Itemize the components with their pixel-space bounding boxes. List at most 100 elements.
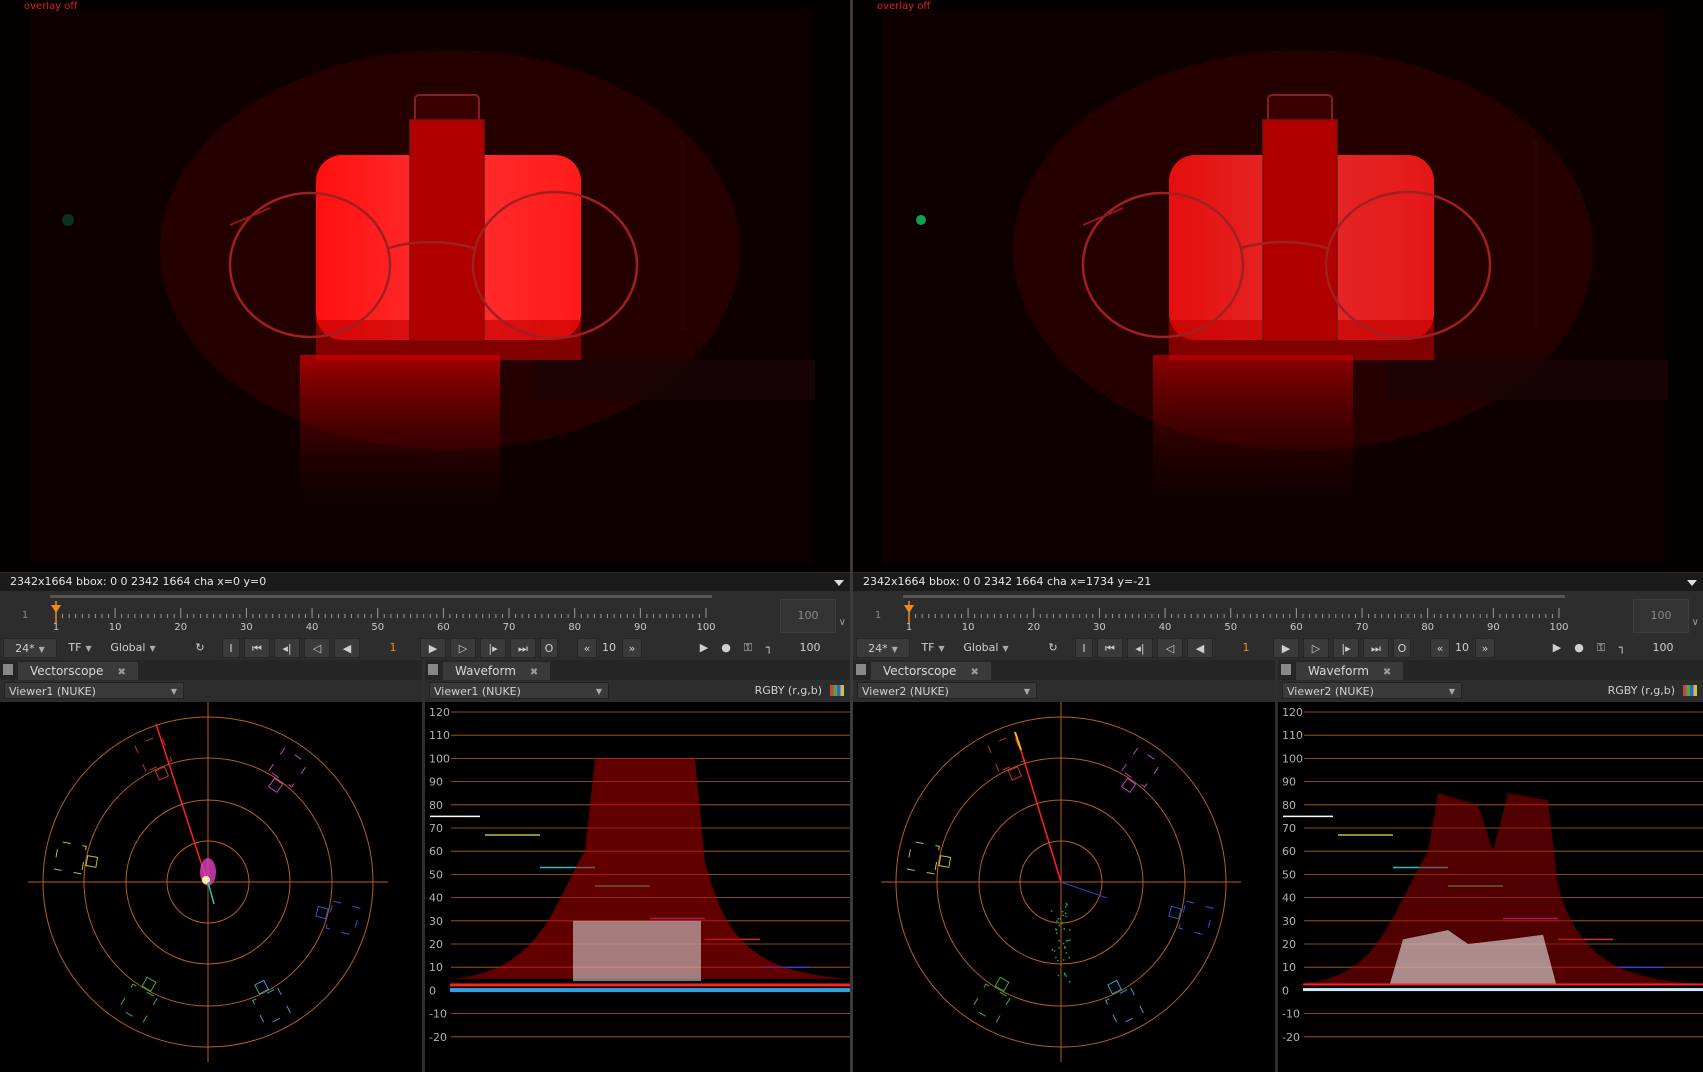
in-point-icon[interactable]: I <box>222 638 240 658</box>
range-icon[interactable]: ┐ <box>759 638 779 658</box>
fps-select[interactable]: 24* ▼ <box>3 638 57 658</box>
timeline[interactable]: 1 1 10 20 30 40 50 60 70 80 90 100 100 ∨ <box>0 591 850 636</box>
close-icon[interactable]: ✖ <box>530 667 538 678</box>
timeline-tick-label: 100 <box>696 622 715 633</box>
timeline-last-frame[interactable]: 100 <box>780 599 836 633</box>
range-icon[interactable]: ┐ <box>1612 638 1632 658</box>
image-viewer[interactable]: overlay off <box>853 0 1703 572</box>
waveform-source-select[interactable]: Viewer2 (NUKE) ▼ <box>1282 682 1462 699</box>
timeline-ruler[interactable]: 1 10 20 30 40 50 60 70 80 90 100 <box>50 593 770 633</box>
tab-vectorscope[interactable]: Vectorscope ✖ <box>871 662 991 680</box>
waveform-axis-label: 30 <box>429 915 443 928</box>
waveform-axis-label: 60 <box>429 845 443 858</box>
waveform-mode[interactable]: RGBY (r,g,b) <box>755 684 822 697</box>
tf-select[interactable]: TF ▼ <box>63 638 97 658</box>
viewer-info-bar: 2342x1664 bbox: 0 0 2342 1664 cha x=1734… <box>853 572 1703 592</box>
out-point-icon[interactable]: O <box>1393 638 1411 658</box>
vectorscope-source-select[interactable]: Viewer2 (NUKE) ▼ <box>857 682 1037 699</box>
next-keyframe-icon[interactable]: |▸ <box>480 638 506 658</box>
flipbook-icon[interactable]: ▶ <box>1548 638 1566 658</box>
out-point-icon[interactable]: O <box>540 638 558 658</box>
fps-select[interactable]: 24* ▼ <box>856 638 910 658</box>
frame-field[interactable]: 1 <box>1221 638 1271 658</box>
lock-icon[interactable]: ⚿ <box>1592 638 1610 658</box>
waveform-axis-label: 60 <box>1282 845 1296 858</box>
playhead-marker[interactable] <box>51 605 61 613</box>
last-frame-icon[interactable]: ⏭ <box>510 638 536 658</box>
chevron-down-icon[interactable]: ∨ <box>839 617 846 628</box>
frame-field[interactable]: 1 <box>368 638 418 658</box>
record-icon[interactable]: ● <box>717 638 735 658</box>
timeline-tick-label: 90 <box>1487 622 1500 633</box>
end-frame-field[interactable]: 100 <box>1638 638 1688 658</box>
last-frame-icon[interactable]: ⏭ <box>1363 638 1389 658</box>
close-icon[interactable]: ✖ <box>970 667 978 678</box>
play-backward-icon[interactable]: ◀ <box>1187 638 1213 658</box>
vectorscope-panel: Vectorscope ✖ Viewer2 (NUKE) ▼ <box>853 660 1278 1072</box>
timeline[interactable]: 1 1 10 20 30 40 50 60 70 80 90 100 100 ∨ <box>853 591 1703 636</box>
close-icon[interactable]: ✖ <box>117 667 125 678</box>
tab-vectorscope[interactable]: Vectorscope ✖ <box>18 662 138 680</box>
first-frame-icon[interactable]: ⏮ <box>1097 638 1123 658</box>
step-back-icon[interactable]: ◁ <box>304 638 330 658</box>
flipbook-icon[interactable]: ▶ <box>695 638 713 658</box>
sync-icon[interactable]: ↻ <box>190 638 210 658</box>
frame-field-value: 1 <box>390 641 397 654</box>
global-select[interactable]: Global ▼ <box>955 638 1017 658</box>
timeline-first-frame[interactable]: 1 <box>869 610 887 621</box>
prev-keyframe-icon[interactable]: ◂| <box>1127 638 1153 658</box>
waveform-axis-label: -20 <box>429 1031 447 1044</box>
play-backward-icon[interactable]: ◀ <box>334 638 360 658</box>
dropdown-icon: ▼ <box>1024 683 1030 700</box>
play-forward-icon[interactable]: ▶ <box>1273 638 1299 658</box>
timeline-tick-label: 60 <box>437 622 450 633</box>
timeline-ruler[interactable]: 1 10 20 30 40 50 60 70 80 90 100 <box>903 593 1623 633</box>
waveform-source-bar: Viewer2 (NUKE) ▼ RGBY (r,g,b) <box>1278 680 1703 702</box>
skip-back-icon[interactable]: « <box>1430 638 1450 658</box>
channels-icon[interactable] <box>830 685 844 696</box>
end-frame-field[interactable]: 100 <box>785 638 835 658</box>
waveform-source-select[interactable]: Viewer1 (NUKE) ▼ <box>429 682 609 699</box>
chevron-down-icon[interactable]: ∨ <box>1692 617 1699 628</box>
image-viewer[interactable]: overlay off <box>0 0 850 572</box>
dropdown-icon[interactable] <box>834 580 844 586</box>
panel-menu-icon[interactable] <box>428 664 438 675</box>
skip-forward-icon[interactable]: » <box>1475 638 1495 658</box>
step-back-icon[interactable]: ◁ <box>1157 638 1183 658</box>
dropdown-icon[interactable] <box>1687 580 1697 586</box>
playhead-marker[interactable] <box>904 605 914 613</box>
waveform-axis-label: 120 <box>1282 706 1303 719</box>
step-forward-icon[interactable]: ▷ <box>450 638 476 658</box>
play-forward-icon[interactable]: ▶ <box>420 638 446 658</box>
skip-back-icon[interactable]: « <box>577 638 597 658</box>
panel-menu-icon[interactable] <box>1281 664 1291 675</box>
tf-select-value: TF <box>68 641 81 654</box>
lock-icon[interactable]: ⚿ <box>739 638 757 658</box>
tf-select[interactable]: TF ▼ <box>916 638 950 658</box>
step-field[interactable]: 10 <box>598 638 620 658</box>
waveform-axis-label: 10 <box>1282 961 1296 974</box>
in-point-icon[interactable]: I <box>1075 638 1093 658</box>
first-frame-icon[interactable]: ⏮ <box>244 638 270 658</box>
timeline-first-frame[interactable]: 1 <box>16 610 34 621</box>
step-field[interactable]: 10 <box>1451 638 1473 658</box>
next-keyframe-icon[interactable]: |▸ <box>1333 638 1359 658</box>
panel-menu-icon[interactable] <box>856 664 866 675</box>
panel-menu-icon[interactable] <box>3 664 13 675</box>
skip-forward-icon[interactable]: » <box>622 638 642 658</box>
channels-icon[interactable] <box>1683 685 1697 696</box>
step-forward-icon[interactable]: ▷ <box>1303 638 1329 658</box>
timeline-last-frame[interactable]: 100 <box>1633 599 1689 633</box>
tab-waveform[interactable]: Waveform ✖ <box>443 662 550 680</box>
timeline-tick-label: 70 <box>1356 622 1369 633</box>
waveform-mode[interactable]: RGBY (r,g,b) <box>1608 684 1675 697</box>
waveform-axis-label: 70 <box>429 822 443 835</box>
tab-waveform[interactable]: Waveform ✖ <box>1296 662 1403 680</box>
vectorscope-source-select[interactable]: Viewer1 (NUKE) ▼ <box>4 682 184 699</box>
sync-icon[interactable]: ↻ <box>1043 638 1063 658</box>
waveform-axis-label: 50 <box>1282 868 1296 881</box>
record-icon[interactable]: ● <box>1570 638 1588 658</box>
global-select[interactable]: Global ▼ <box>102 638 164 658</box>
prev-keyframe-icon[interactable]: ◂| <box>274 638 300 658</box>
close-icon[interactable]: ✖ <box>1383 667 1391 678</box>
